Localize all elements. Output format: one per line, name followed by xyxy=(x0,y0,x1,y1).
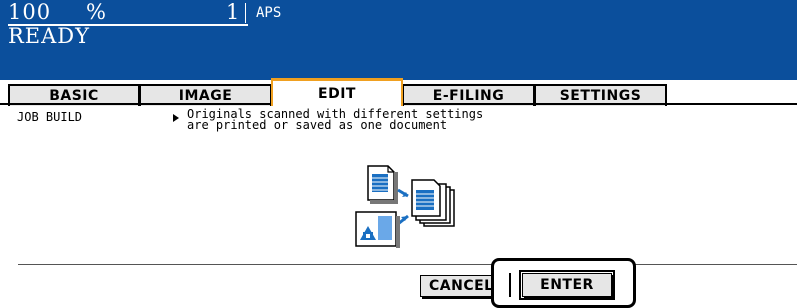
description-line-2: are printed or saved as one document xyxy=(187,118,448,132)
job-build-illustration-icon xyxy=(355,165,455,248)
machine-status: READY xyxy=(8,24,91,48)
description-arrow-icon xyxy=(173,114,179,122)
content-divider xyxy=(18,264,797,265)
tab-edit[interactable]: EDIT xyxy=(271,78,403,106)
tab-bar: BASIC IMAGE EDIT E-FILING SETTINGS xyxy=(0,76,797,106)
zoom-unit: % xyxy=(86,0,106,24)
feature-description: Originals scanned with different setting… xyxy=(187,108,483,132)
zoom-value: 100 xyxy=(8,0,52,24)
cancel-button[interactable]: CANCEL xyxy=(420,275,498,297)
paper-size: APS xyxy=(256,5,282,21)
button-separator xyxy=(509,273,511,297)
copy-count: 1 xyxy=(226,0,240,24)
status-header: 100 % 1 APS READY xyxy=(0,0,797,80)
copy-count-divider xyxy=(245,3,246,23)
enter-button[interactable]: ENTER xyxy=(519,270,615,300)
feature-title: JOB BUILD xyxy=(17,110,83,124)
